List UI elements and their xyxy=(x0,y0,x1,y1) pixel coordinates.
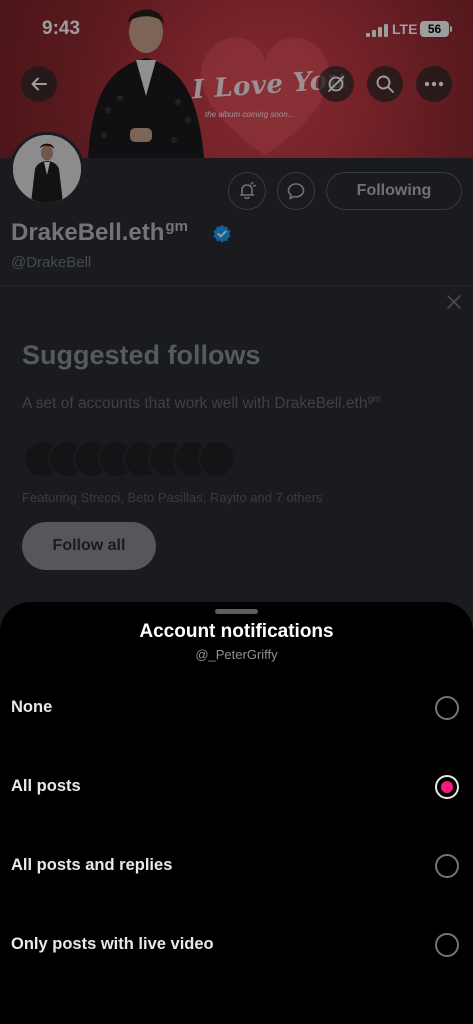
option-label: None xyxy=(11,698,53,716)
radio-button[interactable] xyxy=(435,854,459,878)
sheet-title: Account notifications xyxy=(139,621,334,642)
account-notifications-sheet: Account notifications @_PeterGriffy None… xyxy=(0,602,473,1024)
sheet-drag-handle[interactable] xyxy=(215,609,258,614)
option-label: Only posts with live video xyxy=(11,935,214,953)
radio-button[interactable] xyxy=(435,775,459,799)
option-only-live-video[interactable]: Only posts with live video xyxy=(0,915,473,975)
option-none[interactable]: None xyxy=(0,678,473,738)
option-all-posts[interactable]: All posts xyxy=(0,757,473,817)
radio-button[interactable] xyxy=(435,696,459,720)
option-label: All posts and replies xyxy=(11,856,173,874)
option-all-posts-and-replies[interactable]: All posts and replies xyxy=(0,836,473,896)
sheet-subtitle: @_PeterGriffy xyxy=(195,647,278,662)
option-label: All posts xyxy=(11,777,81,795)
radio-button[interactable] xyxy=(435,933,459,957)
